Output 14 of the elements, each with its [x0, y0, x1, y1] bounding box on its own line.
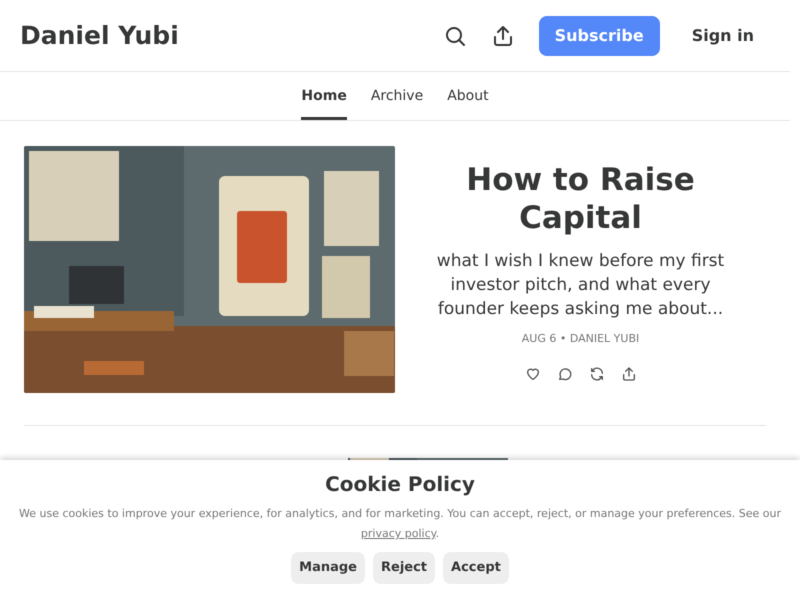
cookie-title: Cookie Policy	[324, 472, 476, 496]
sign-in-button[interactable]: Sign in	[676, 16, 770, 56]
cookie-text: We use cookies to improve your experience, for analytics, and for marketing. You can accept, reject, or manage your preferences. See our privacy policy.	[18, 506, 782, 542]
nav-tab[interactable]: Home	[301, 72, 347, 120]
nav-tab[interactable]: Archive	[370, 72, 424, 120]
post-meta: AUG 6 • DANIEL YUBI	[520, 331, 640, 348]
post-title[interactable]: How to Raise Capital	[419, 161, 742, 238]
site-title[interactable]: Daniel Yubi	[20, 16, 179, 54]
cookie-button[interactable]: Accept	[443, 552, 509, 584]
post-subtitle: what I wish I knew before my first investor pitch, and what every founder keeps asking me about...	[436, 250, 726, 322]
cookie-button[interactable]: Manage	[291, 552, 365, 584]
cookie-button[interactable]: Reject	[373, 552, 436, 584]
nav-tab[interactable]: About	[447, 72, 489, 120]
privacy-link[interactable]: privacy policy	[360, 527, 436, 540]
